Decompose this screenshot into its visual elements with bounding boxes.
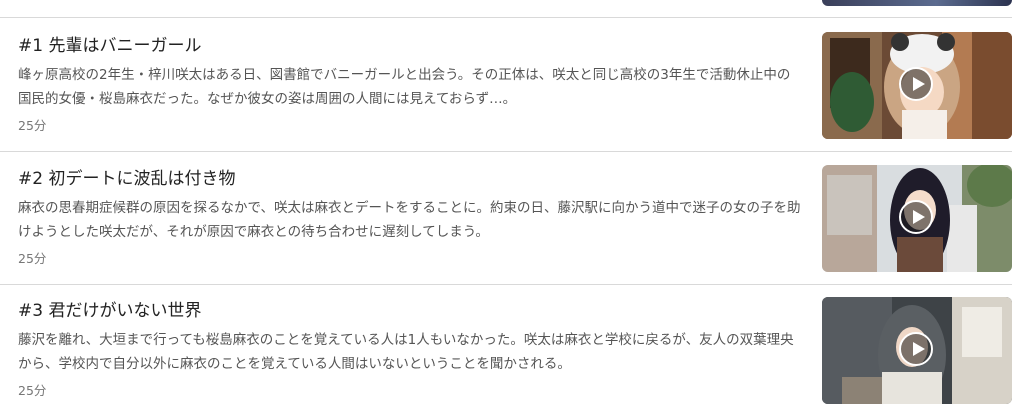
episode-description: 麻衣の思春期症候群の原因を探るなかで、咲太は麻衣とデートをすることに。約束の日、… [18,200,801,240]
episode-item[interactable]: #1 先輩はバニーガール 峰ヶ原高校の2年生・梓川咲太はある日、図書館でバニーガ… [0,19,1024,151]
episode-description: 藤沢を離れ、大垣まで行っても桜島麻衣のことを覚えている人は1人もいなかった。咲太… [18,332,794,372]
episode-duration: 25分 [18,383,47,398]
episode-thumbnail[interactable] [822,297,1012,404]
episode-duration: 25分 [18,251,47,266]
divider [0,17,1012,18]
episode-thumbnail[interactable] [822,165,1012,272]
previous-episode-thumbnail[interactable] [822,0,1012,6]
episode-item[interactable]: #2 初デートに波乱は付き物 麻衣の思春期症候群の原因を探るなかで、咲太は麻衣と… [0,152,1024,284]
episode-title[interactable]: #2 初デートに波乱は付き物 [18,164,235,189]
episode-thumbnail[interactable] [822,32,1012,139]
play-icon[interactable] [899,200,933,234]
episode-title[interactable]: #1 先輩はバニーガール [18,31,201,56]
play-icon[interactable] [899,332,933,366]
episode-description: 峰ヶ原高校の2年生・梓川咲太はある日、図書館でバニーガールと出会う。その正体は、… [18,67,791,107]
play-icon[interactable] [899,67,933,101]
episode-title[interactable]: #3 君だけがいない世界 [18,296,201,321]
episode-item[interactable]: #3 君だけがいない世界 藤沢を離れ、大垣まで行っても桜島麻衣のことを覚えている… [0,284,1024,416]
episode-duration: 25分 [18,118,47,133]
